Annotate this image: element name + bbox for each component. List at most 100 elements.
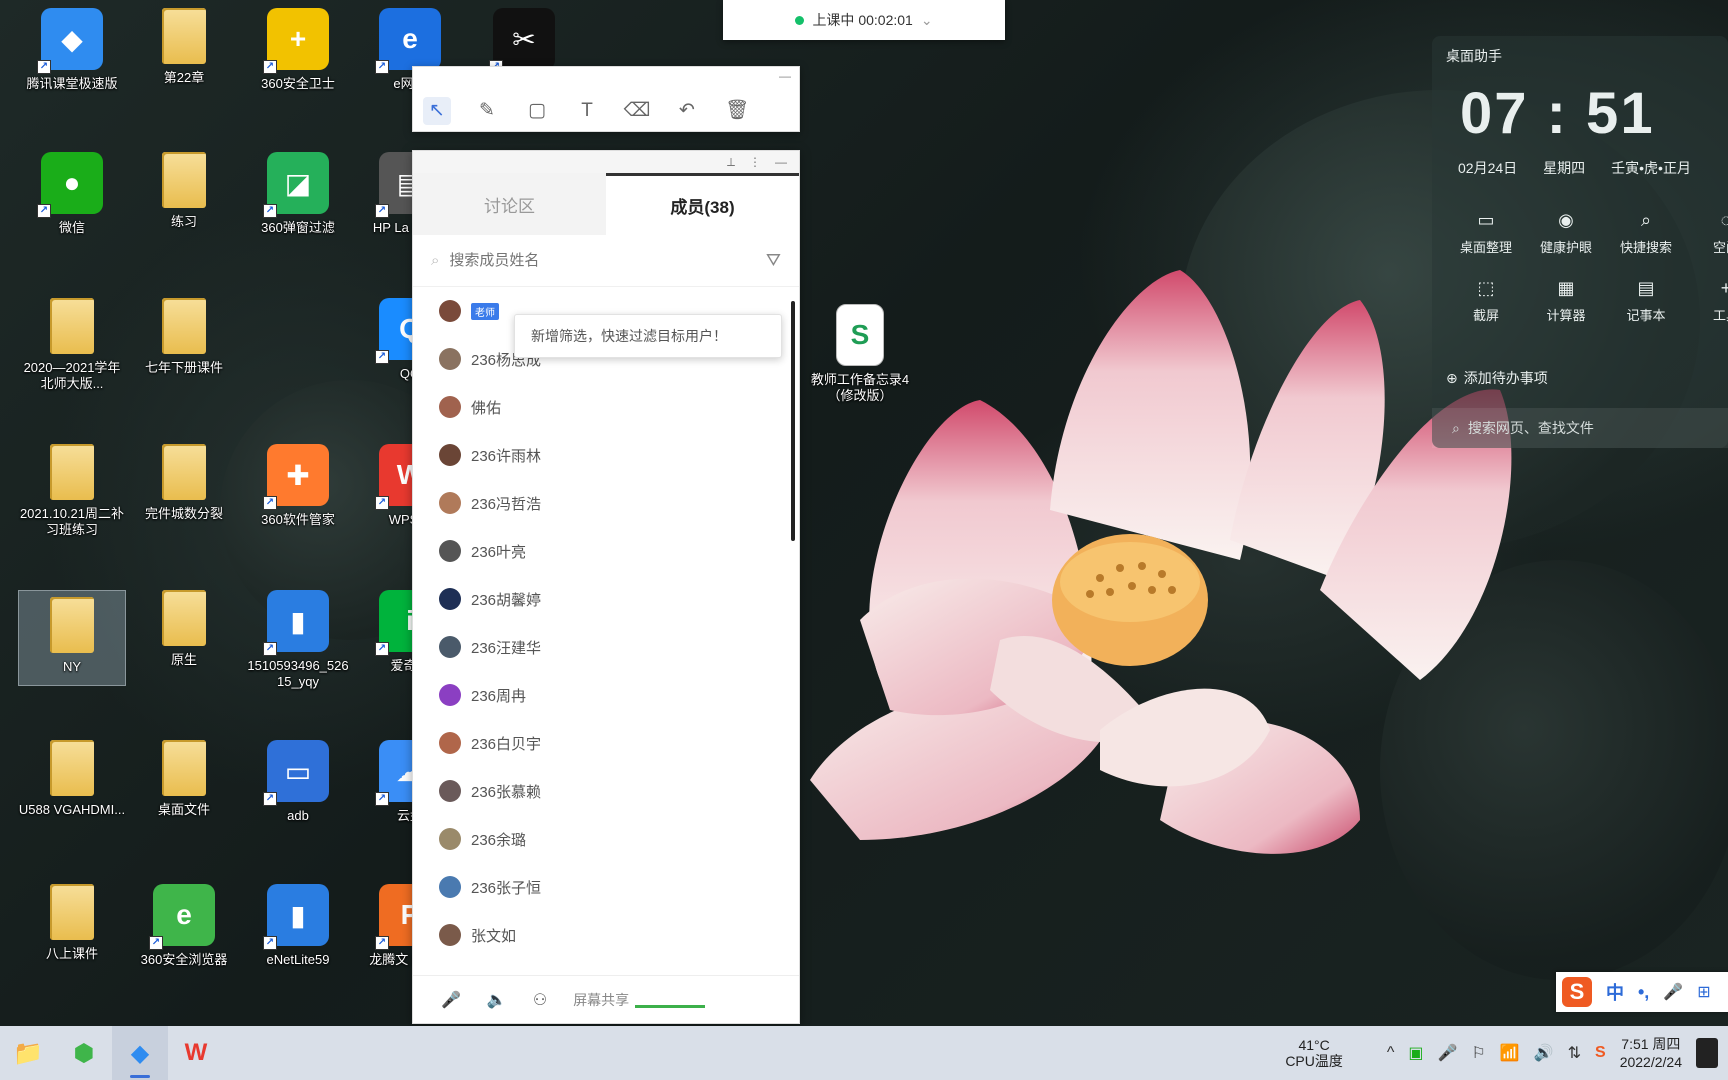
taskbar-app-360[interactable]: ⬢ — [56, 1026, 112, 1080]
member-row[interactable]: 236叶亮 — [413, 527, 783, 575]
tool-eye-care[interactable]: ◉ 健康护眼 — [1526, 210, 1606, 256]
desktop-icon[interactable]: 桌面文件 — [130, 740, 238, 818]
tab-discussion[interactable]: 讨论区 — [413, 173, 606, 235]
widget-search[interactable]: ⌕ 搜索网页、查找文件 — [1432, 408, 1728, 448]
screen-share-button[interactable]: 屏幕共享 — [573, 990, 629, 1010]
member-row[interactable]: 佛佑 — [413, 383, 783, 431]
member-icon[interactable]: ⚇ — [533, 990, 547, 1010]
notification-center-icon[interactable] — [1696, 1038, 1718, 1068]
app-icon: ● ↗ — [37, 152, 103, 218]
desktop-assistant-widget: 桌面助手 07 : 51 02月24日 星期四 壬寅•虎•正月 ▭ 桌面整理 ◉ 健… — [1432, 36, 1728, 448]
clear-tool-icon[interactable]: 🗑 — [723, 97, 751, 125]
tab-members[interactable]: 成员(38) — [606, 173, 799, 235]
desktop-icon[interactable]: ▮ ↗ eNetLite59 — [244, 884, 352, 968]
pen-tool-icon[interactable]: ✎ — [473, 97, 501, 125]
member-row[interactable]: 236张慕赖 — [413, 767, 783, 815]
desktop-icon[interactable]: 第22章 — [130, 8, 238, 86]
member-row[interactable]: 236张子恒 — [413, 863, 783, 911]
member-row[interactable]: 236胡馨婷 — [413, 575, 783, 623]
member-list-scrollbar[interactable] — [791, 301, 795, 541]
desktop-icon[interactable]: 练习 — [130, 152, 238, 230]
network-icon[interactable]: ⇅ — [1568, 1043, 1581, 1063]
notepad-icon: ▤ — [1637, 278, 1655, 298]
member-row[interactable]: 236汪建华 — [413, 623, 783, 671]
desktop-icon[interactable]: U588 VGAHDMI... — [18, 740, 126, 818]
minimize-button[interactable]: — — [775, 155, 787, 169]
taskbar-clock[interactable]: 7:51 周四 2022/2/24 — [1620, 1035, 1682, 1071]
ime-mode-toggle[interactable]: 中 — [1606, 979, 1624, 1005]
desktop-icon[interactable]: ✚ ↗ 360软件管家 — [244, 444, 352, 528]
chevron-up-icon[interactable]: ^ — [1387, 1044, 1395, 1062]
eraser-tool-icon[interactable]: ⌫ — [623, 97, 651, 125]
taskbar-app-tencent-classroom[interactable]: ◆ — [112, 1026, 168, 1080]
tool-more[interactable]: + 工具 — [1686, 278, 1728, 324]
member-row[interactable]: 236余璐 — [413, 815, 783, 863]
shortcut-arrow-icon: ↗ — [263, 792, 277, 806]
pin-icon[interactable]: ⟂ — [727, 155, 735, 170]
app-tray-icon[interactable]: ▣ — [1408, 1043, 1423, 1063]
ime-menu-icon[interactable]: ⊞ — [1697, 982, 1710, 1002]
desktop-icon[interactable]: ▭ ↗ adb — [244, 740, 352, 824]
desktop-icon-label: 2021.10.21周二补习班练习 — [19, 506, 125, 537]
desktop-icon[interactable]: ▮ ↗ 1510593496_52615_yqy — [244, 590, 352, 690]
desktop-icon[interactable]: e ↗ 360安全浏览器 — [130, 884, 238, 968]
ime-mic-icon[interactable]: 🎤 — [1663, 982, 1683, 1002]
add-todo-button[interactable]: ⊕ 添加待办事项 — [1446, 368, 1548, 388]
member-row[interactable]: 236许雨林 — [413, 431, 783, 479]
member-row[interactable]: 236周冉 — [413, 671, 783, 719]
tool-quick-search[interactable]: ⌕ 快捷搜索 — [1606, 210, 1686, 256]
flag-icon[interactable]: ⚐ — [1471, 1043, 1485, 1063]
desktop-icon[interactable]: 完件城数分裂 — [130, 444, 238, 522]
punctuation-toggle[interactable]: •, — [1638, 982, 1649, 1003]
desktop-icon[interactable]: 2021.10.21周二补习班练习 — [18, 444, 126, 538]
member-row[interactable]: 张文如 — [413, 911, 783, 959]
tool-calculator[interactable]: ▦ 计算器 — [1526, 278, 1606, 324]
desktop-icon[interactable]: + ↗ 360安全卫士 — [244, 8, 352, 92]
sogou-logo-icon[interactable]: S — [1562, 977, 1592, 1007]
taskbar-app-wps[interactable]: W — [168, 1026, 224, 1080]
tool-label: 快捷搜索 — [1619, 240, 1672, 255]
desktop-icon[interactable]: 2020—2021学年北师大版... — [18, 298, 126, 392]
member-name: 236张子恒 — [471, 879, 542, 897]
desktop-icon[interactable]: NY — [18, 590, 126, 686]
select-tool-icon[interactable]: ↖ — [423, 97, 451, 125]
member-row[interactable]: 236白贝宇 — [413, 719, 783, 767]
speaker-icon[interactable]: 🔈 — [487, 990, 507, 1010]
text-tool-icon[interactable]: T — [573, 97, 601, 125]
desktop-icon[interactable]: ◆ ↗ 腾讯课堂极速版 — [18, 8, 126, 92]
desktop-icon-label: U588 VGAHDMI... — [18, 802, 126, 817]
microphone-icon[interactable]: 🎤 — [1438, 1043, 1458, 1063]
tool-desktop-organize[interactable]: ▭ 桌面整理 — [1446, 210, 1526, 256]
tool-space[interactable]: ◌ 空间 — [1686, 210, 1728, 256]
filter-icon[interactable]: ⛛ — [766, 250, 781, 271]
desktop-icon[interactable]: 八上课件 — [18, 884, 126, 962]
volume-icon[interactable]: 🔊 — [1534, 1043, 1554, 1063]
desktop-icon[interactable]: ● ↗ 微信 — [18, 152, 126, 236]
desktop-icon[interactable]: ✂↗ — [470, 8, 578, 74]
folder-icon — [162, 444, 206, 500]
class-status-bar[interactable]: 上课中 00:02:01 ⌄ — [723, 0, 1005, 40]
eye-icon: ◉ — [1558, 210, 1574, 230]
member-search-input[interactable] — [449, 252, 756, 269]
cpu-temperature[interactable]: 41°C CPU温度 — [1285, 1037, 1343, 1069]
avatar — [439, 636, 461, 658]
desktop-icon[interactable]: 七年下册课件 — [130, 298, 238, 376]
classroom-icon: ◆ — [130, 1039, 150, 1067]
member-row[interactable]: 236冯哲浩 — [413, 479, 783, 527]
shape-tool-icon[interactable]: ▢ — [523, 97, 551, 125]
sogou-tray-icon[interactable]: S — [1595, 1044, 1606, 1062]
more-icon[interactable]: ⋮ — [749, 155, 761, 169]
tool-screenshot[interactable]: ⬚ 截屏 — [1446, 278, 1526, 324]
desktop-icon-label: eNetLite59 — [266, 952, 330, 967]
mic-icon[interactable]: 🎤 — [441, 990, 461, 1010]
cpu-temp-label: CPU温度 — [1285, 1053, 1343, 1069]
wifi-icon[interactable]: 📶 — [1500, 1043, 1520, 1063]
undo-tool-icon[interactable]: ↶ — [673, 97, 701, 125]
tool-notepad[interactable]: ▤ 记事本 — [1606, 278, 1686, 324]
desktop-icon[interactable]: S 教师工作备忘录4（修改版） — [806, 304, 914, 404]
taskbar-app-file-explorer[interactable]: 📁 — [0, 1026, 56, 1080]
desktop-icon[interactable]: 原生 — [130, 590, 238, 668]
chevron-down-icon[interactable]: ⌄ — [921, 12, 933, 29]
desktop-icon[interactable]: ◪ ↗ 360弹窗过滤 — [244, 152, 352, 236]
minimize-button[interactable]: — — [779, 69, 791, 83]
